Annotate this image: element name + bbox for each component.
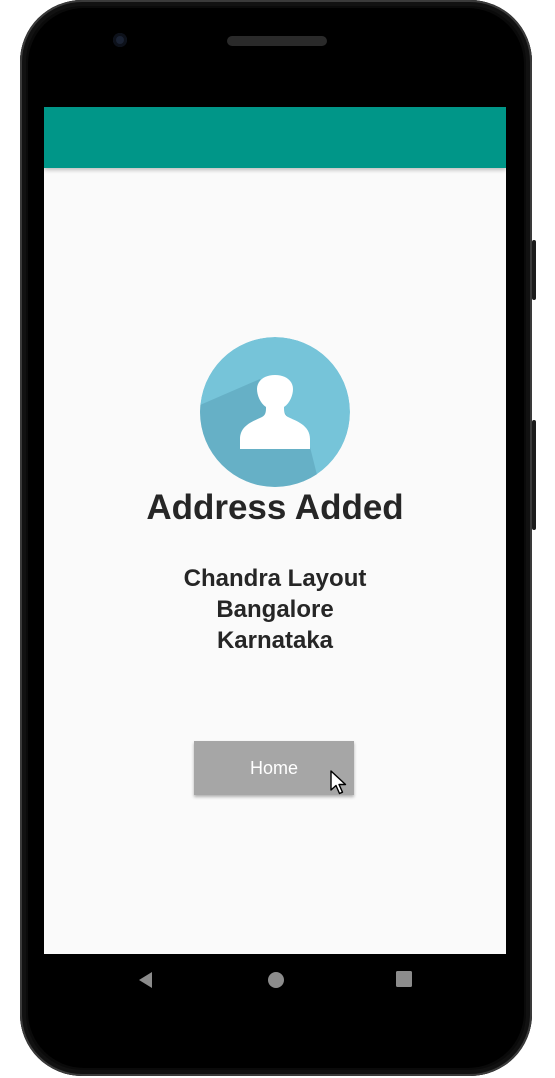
address-line-city: Bangalore <box>216 596 334 623</box>
mouse-pointer-icon <box>330 770 347 795</box>
phone-frame: Address Added Chandra Layout Bangalore K… <box>20 0 536 1076</box>
back-triangle-icon[interactable] <box>138 971 154 989</box>
home-circle-icon[interactable] <box>267 971 285 989</box>
front-camera <box>113 33 127 47</box>
address-line-state: Karnataka <box>216 627 334 654</box>
power-button <box>532 420 536 530</box>
recents-square-icon[interactable] <box>396 971 412 987</box>
page-title: Address Added <box>146 488 404 527</box>
status-bar <box>44 79 506 107</box>
volume-button <box>532 240 536 300</box>
address-line-street: Chandra Layout <box>183 565 367 592</box>
app-toolbar <box>44 107 506 168</box>
address-block: Chandra Layout Bangalore Karnataka <box>44 563 506 656</box>
app-screen: Address Added Chandra Layout Bangalore K… <box>44 79 506 954</box>
earpiece-speaker <box>227 36 327 46</box>
user-avatar-icon <box>200 337 350 487</box>
system-navigation-bar <box>44 954 506 1004</box>
